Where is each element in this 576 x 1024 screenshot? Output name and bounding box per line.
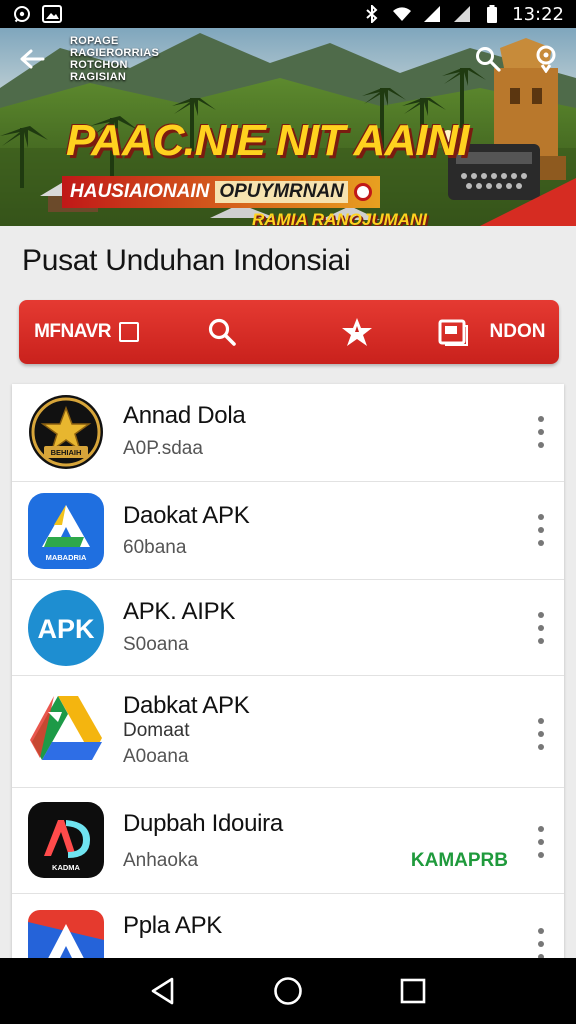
list-item[interactable]: MABADRIA Daokat APK 60bana	[12, 482, 564, 580]
tab-gallery-label: NDON	[489, 321, 546, 342]
banner-subtitle-text: HAUSIAIONAIN	[70, 181, 210, 202]
app-icon-text: KADMA	[52, 863, 80, 872]
location-pin-icon	[536, 45, 556, 73]
battery-icon	[482, 5, 502, 23]
gallery-icon	[438, 319, 468, 346]
star-badge-icon: BEHIAIH	[28, 394, 104, 470]
tab-search[interactable]	[154, 300, 289, 364]
drive-triangle-icon	[28, 692, 104, 768]
tab-gallery[interactable]: NDON	[424, 300, 559, 364]
back-button[interactable]	[14, 41, 50, 77]
app-subtitle: 60bana	[123, 537, 187, 558]
list-item[interactable]: APK APK. AIPK S0oana	[12, 580, 564, 676]
location-button[interactable]	[530, 43, 562, 75]
search-button[interactable]	[472, 43, 504, 75]
system-navigation-bar	[0, 958, 576, 1024]
more-options-button[interactable]	[532, 822, 550, 862]
more-options-button[interactable]	[532, 608, 550, 648]
gallery-icon	[42, 5, 62, 23]
banner-tagline: RAMIA RANOJUMANI	[252, 210, 428, 226]
status-badge: KAMAPRB	[410, 850, 508, 871]
status-time: 13:22	[512, 3, 564, 25]
app-subtitle: A0P.sdaa	[123, 438, 203, 459]
list-item[interactable]: BEHIAIH Annad Dola A0P.sdaa	[12, 384, 564, 482]
app-icon-text: MABADRIA	[46, 553, 87, 562]
banner-headline: PAAC.NIE NIT AAINI	[66, 116, 469, 165]
app-name: Annad Dola	[123, 402, 246, 429]
header-banner: ROPAGE RAGIERORRIAS ROTCHON RAGISIAN PAA…	[0, 28, 576, 226]
app-name: Ppla APK	[123, 912, 223, 939]
status-bar: 13:22	[0, 0, 576, 28]
nav-home-icon	[274, 977, 302, 1005]
banner-toolbar: ROPAGE RAGIERORRIAS ROTCHON RAGISIAN	[0, 28, 576, 90]
square-icon	[118, 322, 139, 342]
app-name: Daokat APK	[123, 502, 250, 529]
more-vert-icon	[538, 514, 544, 520]
app-icon-text: BEHIAIH	[51, 448, 82, 457]
nav-back-icon	[151, 977, 173, 1005]
app-name: Dupbah Idouira	[123, 810, 283, 837]
wifi-icon	[392, 5, 412, 23]
page-title: Pusat Unduhan Indonsiai	[22, 244, 351, 277]
more-vert-icon	[538, 718, 544, 724]
search-icon	[476, 47, 501, 72]
app-name: APK. AIPK	[123, 598, 236, 625]
tab-menu-label: MFNAVR	[34, 321, 111, 342]
banner-subtitle: HAUSIAIONAIN OPUYMRNAN	[62, 176, 380, 208]
app-subtitle: A0oana	[123, 746, 189, 767]
app-subtitle: Anhaoka	[123, 850, 199, 871]
banner-subtitle-highlight: OPUYMRNAN	[215, 181, 348, 203]
back-arrow-icon	[20, 49, 45, 69]
category-tab-bar: MFNAVR NDON	[19, 300, 559, 364]
signal-icon	[452, 5, 472, 23]
screen: 13:22 ROPAGE RAGIERORRIAS ROTCHON RAGISI…	[0, 0, 576, 1024]
badge-dot-icon	[353, 183, 372, 201]
app-developer: Domaat	[123, 720, 190, 741]
list-item[interactable]: KADMA Dupbah Idouira Anhaoka KAMAPRB	[12, 788, 564, 894]
blue-triangle-icon: MABADRIA	[28, 493, 104, 569]
list-item[interactable]: Dabkat APK Domaat A0oana	[12, 676, 564, 788]
star-icon	[341, 318, 372, 346]
search-icon	[208, 318, 236, 346]
more-options-button[interactable]	[532, 412, 550, 452]
more-vert-icon	[538, 928, 544, 934]
banner-caption: ROPAGE RAGIERORRIAS ROTCHON RAGISIAN	[70, 35, 160, 83]
tab-menu[interactable]: MFNAVR	[19, 300, 154, 364]
signal-icon	[422, 5, 442, 23]
more-options-button[interactable]	[532, 714, 550, 754]
more-vert-icon	[538, 826, 544, 832]
whatsapp-icon	[12, 5, 32, 23]
tab-featured[interactable]	[289, 300, 424, 364]
bluetooth-icon	[362, 5, 382, 23]
more-options-button[interactable]	[532, 510, 550, 550]
more-vert-icon	[538, 416, 544, 422]
app-list: BEHIAIH Annad Dola A0P.sdaa MABADRIA Dao…	[12, 384, 564, 984]
ad-logo-icon: KADMA	[28, 802, 104, 878]
nav-home-button[interactable]	[266, 969, 310, 1013]
app-name: Dabkat APK	[123, 692, 250, 719]
nav-recents-button[interactable]	[391, 969, 435, 1013]
more-vert-icon	[538, 612, 544, 618]
nav-back-button[interactable]	[141, 969, 185, 1013]
app-icon-text: APK	[37, 614, 95, 644]
app-subtitle: S0oana	[123, 634, 189, 655]
apk-circle-icon: APK	[28, 590, 104, 666]
nav-recents-icon	[401, 978, 426, 1004]
